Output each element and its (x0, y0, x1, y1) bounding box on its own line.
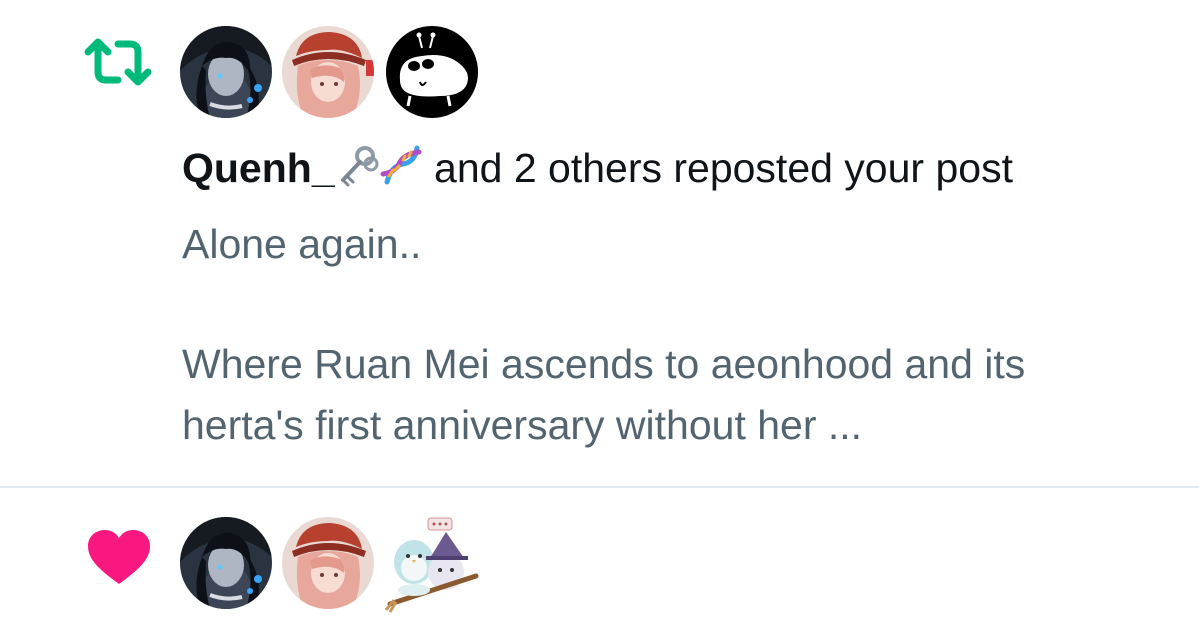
avatar-pink-haired-character-red-hat[interactable] (282, 517, 374, 609)
dna-emoji (379, 144, 423, 188)
repost-icon (83, 38, 153, 86)
post-preview-line: herta's first anniversary without her ..… (182, 402, 863, 448)
avatar-pink-haired-character-red-hat[interactable] (282, 26, 374, 118)
avatar-bird-and-witch-sticker[interactable] (384, 514, 480, 614)
avatar-white-creature-black-background[interactable] (386, 26, 478, 118)
avatar-dark-haired-character[interactable] (180, 517, 272, 609)
key-emoji (335, 144, 379, 188)
notification-text: Quenh_ and 2 others reposted your post (182, 140, 1013, 196)
post-preview-line: Where Ruan Mei ascends to aeonhood and i… (182, 341, 1026, 387)
repost-action-text: and 2 others reposted your post (422, 145, 1013, 191)
repost-notification[interactable]: Quenh_ and 2 others reposted your post A… (0, 0, 1199, 487)
post-preview-line: Alone again.. (182, 221, 422, 267)
heart-icon (86, 528, 152, 586)
avatar-dark-haired-character[interactable] (180, 26, 272, 118)
reposter-name[interactable]: Quenh_ (182, 145, 335, 191)
